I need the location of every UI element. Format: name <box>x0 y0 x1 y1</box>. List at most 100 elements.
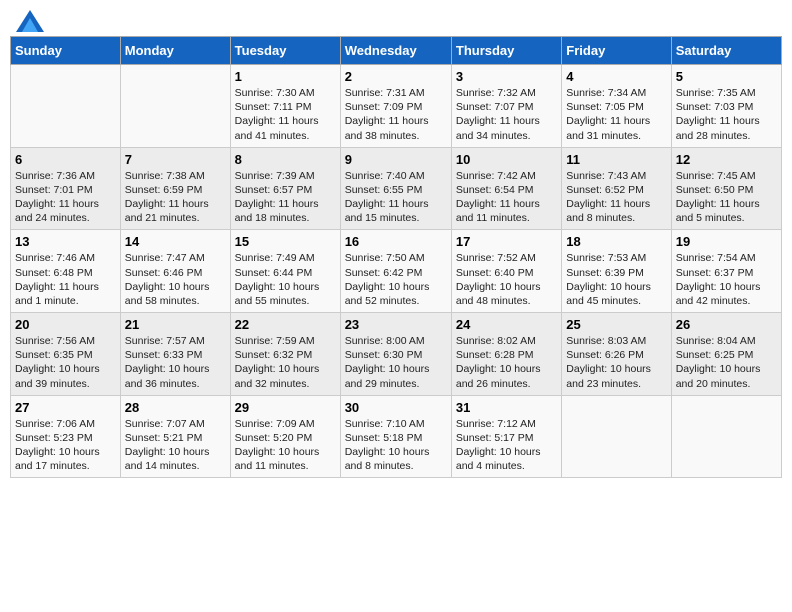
day-detail: Sunrise: 7:32 AM Sunset: 7:07 PM Dayligh… <box>456 86 557 143</box>
day-number: 17 <box>456 234 557 249</box>
day-detail: Sunrise: 7:59 AM Sunset: 6:32 PM Dayligh… <box>235 334 336 391</box>
weekday-header-sunday: Sunday <box>11 37 121 65</box>
calendar-week-5: 27 Sunrise: 7:06 AM Sunset: 5:23 PM Dayli… <box>11 395 782 478</box>
calendar-cell <box>11 65 121 148</box>
day-number: 24 <box>456 317 557 332</box>
day-detail: Sunrise: 7:06 AM Sunset: 5:23 PM Dayligh… <box>15 417 116 474</box>
weekday-header-saturday: Saturday <box>671 37 781 65</box>
day-detail: Sunrise: 7:38 AM Sunset: 6:59 PM Dayligh… <box>125 169 226 226</box>
calendar-cell: 23 Sunrise: 8:00 AM Sunset: 6:30 PM Dayli… <box>340 313 451 396</box>
calendar-cell: 26Sunrise: 8:04 AM Sunset: 6:25 PM Dayli… <box>671 313 781 396</box>
day-detail: Sunrise: 7:45 AM Sunset: 6:50 PM Dayligh… <box>676 169 777 226</box>
day-number: 2 <box>345 69 447 84</box>
day-number: 3 <box>456 69 557 84</box>
calendar-week-1: 1Sunrise: 7:30 AM Sunset: 7:11 PM Daylig… <box>11 65 782 148</box>
day-detail: Sunrise: 7:39 AM Sunset: 6:57 PM Dayligh… <box>235 169 336 226</box>
calendar-cell: 29Sunrise: 7:09 AM Sunset: 5:20 PM Dayli… <box>230 395 340 478</box>
day-number: 6 <box>15 152 116 167</box>
day-detail: Sunrise: 7:07 AM Sunset: 5:21 PM Dayligh… <box>125 417 226 474</box>
day-number: 11 <box>566 152 666 167</box>
day-number: 5 <box>676 69 777 84</box>
calendar-cell: 21 Sunrise: 7:57 AM Sunset: 6:33 PM Dayli… <box>120 313 230 396</box>
day-number: 26 <box>676 317 777 332</box>
calendar-cell <box>671 395 781 478</box>
calendar-cell: 24Sunrise: 8:02 AM Sunset: 6:28 PM Dayli… <box>451 313 561 396</box>
day-detail: Sunrise: 7:30 AM Sunset: 7:11 PM Dayligh… <box>235 86 336 143</box>
day-number: 25 <box>566 317 666 332</box>
calendar-cell: 31 Sunrise: 7:12 AM Sunset: 5:17 PM Dayli… <box>451 395 561 478</box>
day-detail: Sunrise: 7:34 AM Sunset: 7:05 PM Dayligh… <box>566 86 666 143</box>
calendar-cell: 7 Sunrise: 7:38 AM Sunset: 6:59 PM Daylig… <box>120 147 230 230</box>
calendar-cell: 2 Sunrise: 7:31 AM Sunset: 7:09 PM Daylig… <box>340 65 451 148</box>
day-detail: Sunrise: 7:10 AM Sunset: 5:18 PM Dayligh… <box>345 417 447 474</box>
weekday-header-monday: Monday <box>120 37 230 65</box>
day-number: 4 <box>566 69 666 84</box>
day-number: 7 <box>125 152 226 167</box>
day-detail: Sunrise: 7:49 AM Sunset: 6:44 PM Dayligh… <box>235 251 336 308</box>
calendar-cell: 19 Sunrise: 7:54 AM Sunset: 6:37 PM Dayli… <box>671 230 781 313</box>
day-detail: Sunrise: 7:54 AM Sunset: 6:37 PM Dayligh… <box>676 251 777 308</box>
calendar-table: SundayMondayTuesdayWednesdayThursdayFrid… <box>10 36 782 478</box>
day-detail: Sunrise: 7:09 AM Sunset: 5:20 PM Dayligh… <box>235 417 336 474</box>
calendar-week-2: 6 Sunrise: 7:36 AM Sunset: 7:01 PM Daylig… <box>11 147 782 230</box>
day-number: 12 <box>676 152 777 167</box>
day-detail: Sunrise: 7:12 AM Sunset: 5:17 PM Dayligh… <box>456 417 557 474</box>
calendar-cell <box>120 65 230 148</box>
day-number: 15 <box>235 234 336 249</box>
calendar-cell: 13 Sunrise: 7:46 AM Sunset: 6:48 PM Dayli… <box>11 230 121 313</box>
calendar-cell: 17 Sunrise: 7:52 AM Sunset: 6:40 PM Dayli… <box>451 230 561 313</box>
day-detail: Sunrise: 7:42 AM Sunset: 6:54 PM Dayligh… <box>456 169 557 226</box>
day-number: 13 <box>15 234 116 249</box>
day-detail: Sunrise: 7:31 AM Sunset: 7:09 PM Dayligh… <box>345 86 447 143</box>
day-number: 19 <box>676 234 777 249</box>
calendar-week-4: 20 Sunrise: 7:56 AM Sunset: 6:35 PM Dayli… <box>11 313 782 396</box>
calendar-cell: 8 Sunrise: 7:39 AM Sunset: 6:57 PM Daylig… <box>230 147 340 230</box>
day-detail: Sunrise: 7:46 AM Sunset: 6:48 PM Dayligh… <box>15 251 116 308</box>
calendar-cell <box>562 395 671 478</box>
day-number: 20 <box>15 317 116 332</box>
weekday-header-wednesday: Wednesday <box>340 37 451 65</box>
day-detail: Sunrise: 7:53 AM Sunset: 6:39 PM Dayligh… <box>566 251 666 308</box>
day-detail: Sunrise: 7:47 AM Sunset: 6:46 PM Dayligh… <box>125 251 226 308</box>
calendar-cell: 14 Sunrise: 7:47 AM Sunset: 6:46 PM Dayli… <box>120 230 230 313</box>
day-detail: Sunrise: 7:50 AM Sunset: 6:42 PM Dayligh… <box>345 251 447 308</box>
calendar-cell: 16Sunrise: 7:50 AM Sunset: 6:42 PM Dayli… <box>340 230 451 313</box>
day-number: 31 <box>456 400 557 415</box>
day-detail: Sunrise: 7:43 AM Sunset: 6:52 PM Dayligh… <box>566 169 666 226</box>
calendar-cell: 12 Sunrise: 7:45 AM Sunset: 6:50 PM Dayli… <box>671 147 781 230</box>
day-detail: Sunrise: 8:03 AM Sunset: 6:26 PM Dayligh… <box>566 334 666 391</box>
calendar-cell: 15 Sunrise: 7:49 AM Sunset: 6:44 PM Dayli… <box>230 230 340 313</box>
day-number: 23 <box>345 317 447 332</box>
day-number: 28 <box>125 400 226 415</box>
calendar-cell: 3 Sunrise: 7:32 AM Sunset: 7:07 PM Daylig… <box>451 65 561 148</box>
weekday-header-tuesday: Tuesday <box>230 37 340 65</box>
day-detail: Sunrise: 7:56 AM Sunset: 6:35 PM Dayligh… <box>15 334 116 391</box>
day-number: 21 <box>125 317 226 332</box>
day-number: 18 <box>566 234 666 249</box>
calendar-cell: 11 Sunrise: 7:43 AM Sunset: 6:52 PM Dayli… <box>562 147 671 230</box>
day-detail: Sunrise: 8:00 AM Sunset: 6:30 PM Dayligh… <box>345 334 447 391</box>
day-number: 10 <box>456 152 557 167</box>
calendar-cell: 10 Sunrise: 7:42 AM Sunset: 6:54 PM Dayli… <box>451 147 561 230</box>
day-detail: Sunrise: 7:57 AM Sunset: 6:33 PM Dayligh… <box>125 334 226 391</box>
weekday-header-friday: Friday <box>562 37 671 65</box>
day-number: 9 <box>345 152 447 167</box>
day-detail: Sunrise: 7:40 AM Sunset: 6:55 PM Dayligh… <box>345 169 447 226</box>
calendar-cell: 1Sunrise: 7:30 AM Sunset: 7:11 PM Daylig… <box>230 65 340 148</box>
day-number: 14 <box>125 234 226 249</box>
calendar-cell: 18 Sunrise: 7:53 AM Sunset: 6:39 PM Dayli… <box>562 230 671 313</box>
calendar-cell: 25 Sunrise: 8:03 AM Sunset: 6:26 PM Dayli… <box>562 313 671 396</box>
calendar-cell: 5 Sunrise: 7:35 AM Sunset: 7:03 PM Daylig… <box>671 65 781 148</box>
day-detail: Sunrise: 7:35 AM Sunset: 7:03 PM Dayligh… <box>676 86 777 143</box>
calendar-cell: 9 Sunrise: 7:40 AM Sunset: 6:55 PM Daylig… <box>340 147 451 230</box>
calendar-week-3: 13 Sunrise: 7:46 AM Sunset: 6:48 PM Dayli… <box>11 230 782 313</box>
calendar-cell: 22 Sunrise: 7:59 AM Sunset: 6:32 PM Dayli… <box>230 313 340 396</box>
day-number: 30 <box>345 400 447 415</box>
calendar-cell: 6 Sunrise: 7:36 AM Sunset: 7:01 PM Daylig… <box>11 147 121 230</box>
day-number: 8 <box>235 152 336 167</box>
weekday-header-thursday: Thursday <box>451 37 561 65</box>
day-detail: Sunrise: 7:52 AM Sunset: 6:40 PM Dayligh… <box>456 251 557 308</box>
day-detail: Sunrise: 7:36 AM Sunset: 7:01 PM Dayligh… <box>15 169 116 226</box>
day-number: 22 <box>235 317 336 332</box>
day-number: 27 <box>15 400 116 415</box>
